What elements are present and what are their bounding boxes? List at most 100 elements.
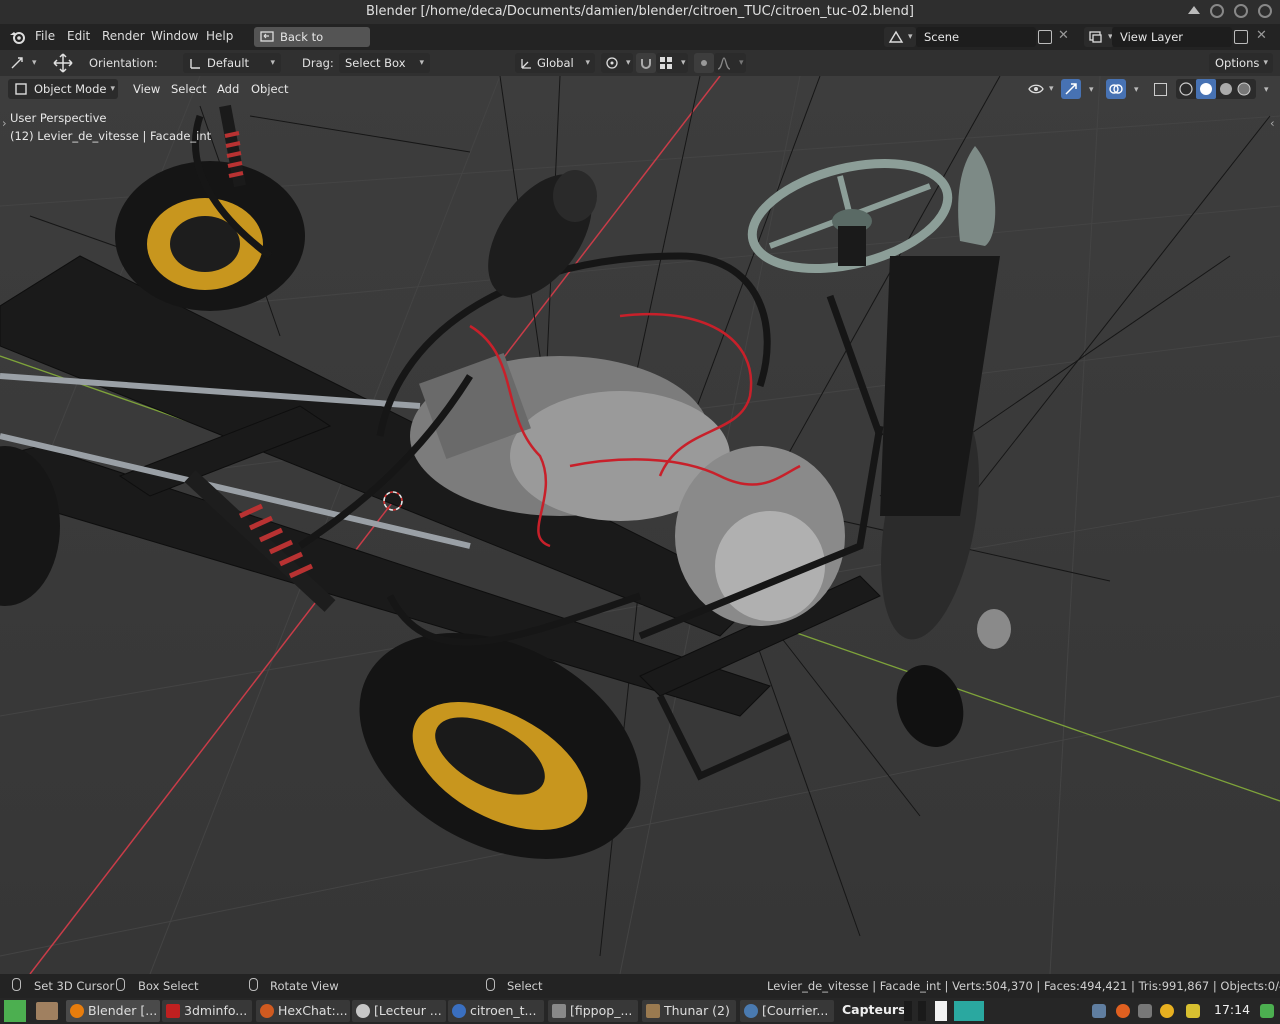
cpu-graph <box>904 1001 912 1021</box>
overlays-icon <box>1109 84 1123 94</box>
drag-value: Select Box <box>345 56 406 70</box>
os-taskbar: Blender [... 3dminfo... HexChat:... [Lec… <box>0 998 1280 1024</box>
sensors-label[interactable]: Capteurs <box>842 1002 906 1017</box>
delete-scene-icon[interactable]: ✕ <box>1058 28 1069 43</box>
status-bar: Set 3D Cursor Box Select Rotate View Sel… <box>0 974 1280 998</box>
network-icon[interactable] <box>1092 1004 1106 1018</box>
hexchat-icon <box>260 1004 274 1018</box>
snap-toggle[interactable] <box>636 53 656 73</box>
volume-icon[interactable] <box>1138 1004 1152 1018</box>
3d-viewport[interactable]: Object Mode ▾ View Select Add Object ▾ ▾… <box>0 76 1280 974</box>
scene-statistics: Levier_de_vitesse | Facade_int | Verts:5… <box>767 979 1280 993</box>
filezilla-icon <box>166 1004 180 1018</box>
mem-graph <box>918 1001 926 1021</box>
proportional-dot-icon <box>701 60 707 66</box>
task-courrier[interactable]: [Courrier... <box>740 1000 834 1022</box>
net-graph <box>954 1001 984 1021</box>
sidebar-toggle-icon[interactable]: ‹ <box>1270 116 1275 130</box>
drag-dropdown[interactable]: Select Box ▾ <box>339 53 430 73</box>
orientation-label: Orientation: <box>89 56 158 70</box>
browser-icon <box>452 1004 466 1018</box>
options-dropdown[interactable]: Options ▾ <box>1209 53 1273 73</box>
magnet-icon <box>641 59 651 69</box>
scene-browse-button[interactable]: ▾ <box>884 27 916 47</box>
gizmo-dropdown-icon[interactable]: ▾ <box>1089 85 1094 95</box>
viewlayer-browse-button[interactable]: ▾ <box>1084 27 1114 47</box>
scene-render <box>0 76 1280 974</box>
object-mode-value: Object Mode <box>34 82 107 96</box>
menu-help[interactable]: Help <box>206 29 233 43</box>
blender-task-icon <box>70 1004 84 1018</box>
overlays-toggle[interactable] <box>1106 79 1126 99</box>
start-menu-icon[interactable] <box>4 1000 26 1022</box>
new-scene-icon[interactable] <box>1038 30 1052 44</box>
object-mode-icon <box>15 83 27 95</box>
task-hexchat[interactable]: HexChat:... <box>256 1000 350 1022</box>
top-menubar: File Edit Render Window Help Back to Pre… <box>0 24 1280 64</box>
shade-icon[interactable] <box>1188 6 1200 14</box>
orientation-dropdown[interactable]: Default ▾ <box>183 53 281 73</box>
select-menu[interactable]: Select <box>171 82 206 96</box>
object-menu[interactable]: Object <box>251 82 288 96</box>
scene-icon <box>888 30 904 43</box>
task-blender[interactable]: Blender [... <box>66 1000 160 1022</box>
power-icon[interactable] <box>1260 1004 1274 1018</box>
gizmo-toggle[interactable] <box>1061 79 1081 99</box>
transform-tool-icon <box>11 57 23 69</box>
menu-window[interactable]: Window <box>151 29 198 43</box>
show-desktop-icon[interactable] <box>36 1002 58 1020</box>
clock[interactable]: 17:14 <box>1214 1002 1250 1017</box>
maximize-button[interactable] <box>1234 4 1248 18</box>
overlays-dropdown-icon[interactable]: ▾ <box>1134 85 1139 95</box>
window-title: Blender [/home/deca/Documents/damien/ble… <box>365 4 914 19</box>
task-3dminfo[interactable]: 3dminfo... <box>162 1000 252 1022</box>
move-arrows-icon[interactable] <box>52 53 74 73</box>
drag-label: Drag: <box>302 56 334 70</box>
orientation-value: Default <box>207 56 250 70</box>
blender-logo-icon[interactable] <box>9 29 27 45</box>
active-object-info: (12) Levier_de_vitesse | Facade_int <box>10 129 212 143</box>
view-menu[interactable]: View <box>133 82 160 96</box>
task-lecteur[interactable]: [Lecteur ... <box>352 1000 446 1022</box>
scene-name-field[interactable]: Scene <box>916 27 1036 47</box>
task-citroen[interactable]: citroen_t... <box>448 1000 544 1022</box>
screen-icon <box>260 31 274 42</box>
pivot-point-dropdown[interactable]: ▾ <box>601 53 633 73</box>
select-hint: Select <box>507 979 543 993</box>
global-axis-icon <box>521 59 531 69</box>
mouse-right-icon <box>486 978 495 991</box>
options-label: Options <box>1215 56 1260 70</box>
delete-viewlayer-icon[interactable]: ✕ <box>1256 28 1267 43</box>
toolbar-toggle-icon[interactable]: › <box>2 116 7 130</box>
notes-icon[interactable] <box>1186 1004 1200 1018</box>
mirror-knob <box>977 609 1011 649</box>
player-tray-icon[interactable] <box>1160 1004 1174 1018</box>
menu-edit[interactable]: Edit <box>67 29 90 43</box>
task-thunar[interactable]: Thunar (2) <box>642 1000 736 1022</box>
snap-grid-icon <box>660 57 672 69</box>
shading-dropdown-icon[interactable]: ▾ <box>1264 85 1269 95</box>
minimize-button[interactable] <box>1210 4 1224 18</box>
new-viewlayer-icon[interactable] <box>1234 30 1248 44</box>
transform-orientation-dropdown[interactable]: Global ▾ <box>515 53 595 73</box>
mouse-left-icon <box>12 978 21 991</box>
falloff-dropdown[interactable]: ▾ <box>714 53 746 73</box>
snap-target-dropdown[interactable]: ▾ <box>656 53 688 73</box>
viewlayer-name-field[interactable]: View Layer <box>1112 27 1232 47</box>
menu-file[interactable]: File <box>35 29 55 43</box>
visibility-dropdown[interactable]: ▾ <box>1026 79 1056 99</box>
swap-graph <box>935 1001 947 1021</box>
back-to-previous-button[interactable]: Back to Previous <box>254 27 370 64</box>
mail-icon <box>744 1004 758 1018</box>
task-fippop[interactable]: [fippop_... <box>548 1000 638 1022</box>
proportional-editing-toggle[interactable] <box>694 53 714 73</box>
close-button[interactable] <box>1258 4 1272 18</box>
object-mode-dropdown[interactable]: Object Mode ▾ <box>8 79 118 99</box>
add-menu[interactable]: Add <box>217 82 239 96</box>
xray-toggle-icon[interactable] <box>1154 83 1167 96</box>
tool-mode-dropdown[interactable]: ▾ <box>6 53 40 73</box>
mouse-middle-icon <box>249 978 258 991</box>
tray-app-icon[interactable] <box>1116 1004 1130 1018</box>
mouse-drag-icon <box>116 978 125 991</box>
menu-render[interactable]: Render <box>102 29 145 43</box>
